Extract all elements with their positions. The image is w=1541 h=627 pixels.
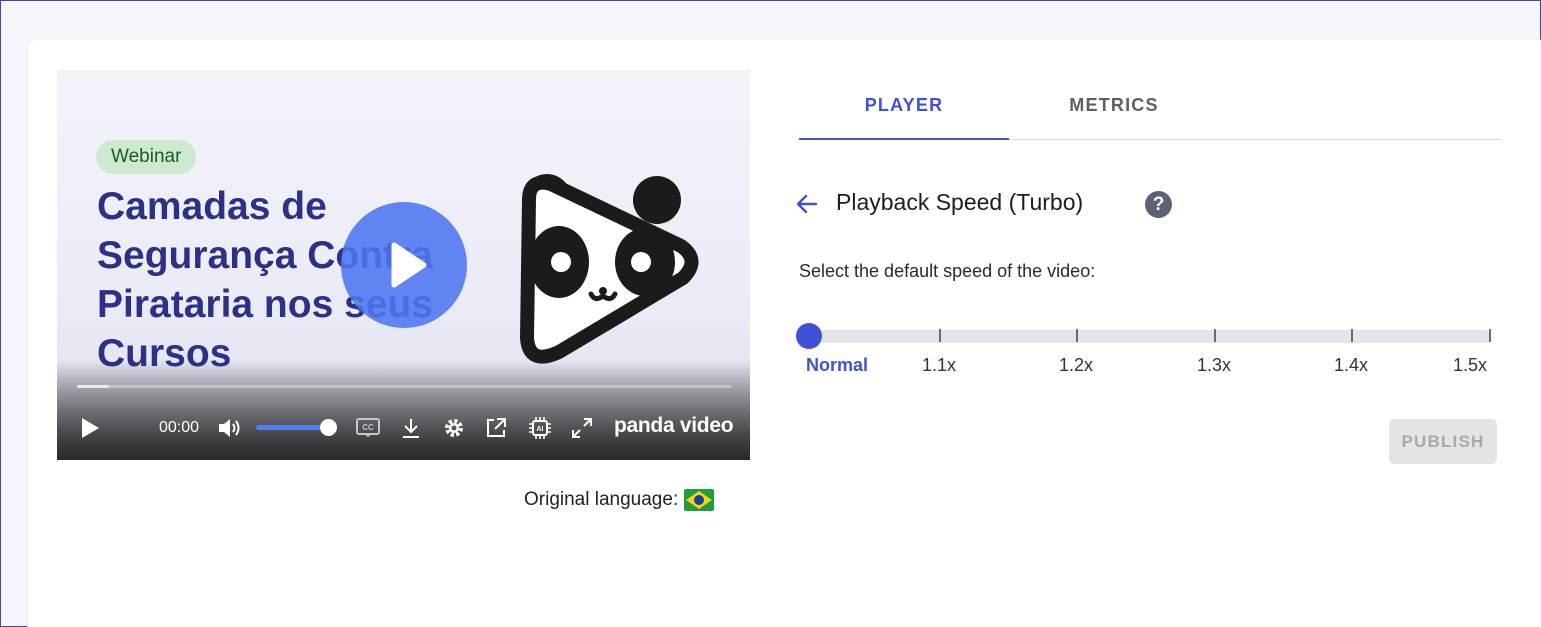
svg-text:CC: CC	[362, 423, 374, 432]
play-icon	[391, 242, 427, 288]
settings-button[interactable]	[441, 414, 467, 442]
section-title: Playback Speed (Turbo)	[836, 189, 1084, 215]
tab-player[interactable]: PLAYER	[799, 87, 1009, 140]
svg-text:AI: AI	[537, 426, 544, 433]
open-external-icon	[487, 418, 506, 437]
ai-chip-icon: AI	[529, 417, 551, 439]
tab-bar: PLAYER METRICS	[799, 87, 1502, 140]
speed-option-1-5x[interactable]: 1.5x	[1453, 355, 1487, 376]
volume-knob[interactable]	[320, 419, 337, 436]
speed-option-1-1x[interactable]: 1.1x	[922, 355, 956, 376]
play-icon	[82, 418, 99, 438]
play-button[interactable]	[77, 414, 103, 442]
speed-description: Select the default speed of the video:	[799, 261, 1096, 281]
speed-option-normal[interactable]: Normal	[806, 355, 868, 376]
progress-buffered	[77, 385, 109, 388]
panda-video-brand[interactable]: panda video	[614, 414, 734, 438]
speed-slider-track[interactable]	[809, 330, 1491, 343]
speed-option-1-3x[interactable]: 1.3x	[1197, 355, 1231, 376]
speed-tick	[1214, 329, 1216, 342]
original-language: Original language:	[524, 489, 715, 511]
speed-option-1-2x[interactable]: 1.2x	[1059, 355, 1093, 376]
speed-tick	[1489, 329, 1491, 342]
fullscreen-icon	[572, 418, 592, 438]
fullscreen-button[interactable]	[569, 414, 595, 442]
volume-icon	[219, 419, 240, 437]
controls-shade	[57, 360, 750, 460]
open-external-button[interactable]	[483, 414, 509, 442]
publish-button[interactable]: PUBLISH	[1389, 419, 1497, 464]
big-play-button[interactable]	[341, 202, 467, 328]
speed-option-1-4x[interactable]: 1.4x	[1334, 355, 1368, 376]
download-button[interactable]	[399, 414, 423, 442]
settings-icon	[445, 419, 463, 437]
ai-button[interactable]: AI	[527, 414, 553, 442]
progress-bar[interactable]	[77, 385, 732, 388]
video-player[interactable]: Webinar Camadas de Segurança Contra Pira…	[57, 70, 750, 460]
panda-logo-icon	[520, 174, 699, 364]
speed-tick	[1351, 329, 1353, 342]
download-icon	[403, 419, 419, 438]
captions-icon: CC	[356, 418, 380, 437]
captions-button[interactable]: CC	[355, 414, 381, 442]
time-display: 00:00	[159, 419, 200, 436]
original-language-label: Original language:	[524, 489, 679, 510]
brazil-flag-icon	[684, 489, 715, 511]
speed-tick	[1076, 329, 1078, 342]
help-icon[interactable]: ?	[1145, 191, 1172, 218]
tab-metrics[interactable]: METRICS	[1009, 87, 1219, 140]
speed-tick	[939, 329, 941, 342]
speed-slider-thumb[interactable]	[796, 323, 822, 349]
back-arrow-icon[interactable]	[794, 191, 820, 217]
mute-button[interactable]	[217, 414, 243, 442]
webinar-badge: Webinar	[96, 140, 197, 174]
